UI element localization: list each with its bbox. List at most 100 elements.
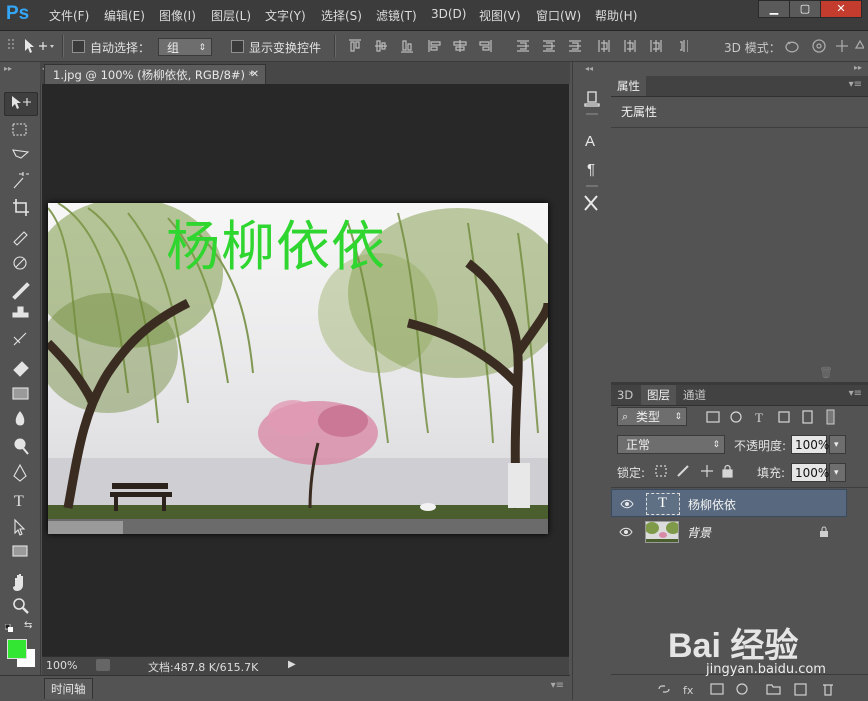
collapse-arrows-icon[interactable]: ◂◂ <box>585 64 593 73</box>
crop-tool-icon <box>13 199 29 216</box>
layer-row-text[interactable]: T 杨柳依依 <box>611 489 847 517</box>
menu-file[interactable]: 文件(F) <box>49 7 89 24</box>
close-button[interactable]: ✕ <box>820 0 862 18</box>
collapse-arrows-icon[interactable]: ▸▸ <box>854 63 862 72</box>
eye-icon[interactable] <box>620 498 634 510</box>
new-layer-icon <box>794 683 807 696</box>
watermark-url: jingyan.baidu.com <box>706 662 826 677</box>
tab-properties[interactable]: 属性 <box>611 76 646 96</box>
minimize-button[interactable]: ▁ <box>758 0 790 18</box>
tab-3d[interactable]: 3D <box>611 385 639 405</box>
rectangle-tool-icon <box>12 545 28 557</box>
layer-filter-icons[interactable]: T <box>705 409 835 425</box>
tab-layers[interactable]: 图层 <box>641 385 676 405</box>
layer-row-background[interactable]: 背景 <box>611 518 847 546</box>
menu-view[interactable]: 视图(V) <box>479 7 521 24</box>
search-icon: ⌕ <box>622 410 629 423</box>
link-layers-icon <box>658 685 670 693</box>
zoom-level[interactable]: 100% <box>46 659 77 672</box>
collapsed-panel-icons[interactable]: A ¶ <box>581 88 603 218</box>
timeline-tab[interactable]: 时间轴 <box>44 678 93 699</box>
type-layer-icon: T <box>658 495 668 511</box>
status-menu-arrow-icon[interactable]: ▶ <box>288 659 296 670</box>
3d-mode-icons[interactable] <box>784 38 864 54</box>
adjustment-layer-icon <box>736 683 748 695</box>
lock-icons[interactable] <box>655 464 735 478</box>
auto-select-dropdown[interactable]: 组 ⇕ <box>158 38 212 56</box>
fill-input[interactable]: 100% <box>791 463 829 482</box>
layer-filter-label: 类型 <box>636 410 661 424</box>
move-tool-icon <box>12 96 21 109</box>
trash-icon[interactable]: 🗑 <box>819 366 833 379</box>
layer-style-icon: fx <box>683 684 694 697</box>
tool-presets-icon <box>584 195 598 211</box>
document-tab[interactable]: 1.jpg @ 100% (杨柳依依, RGB/8#) * ✕ <box>44 64 266 84</box>
foreground-color-swatch[interactable] <box>7 639 27 659</box>
panel-menu-icon[interactable]: ▾≡ <box>849 388 862 399</box>
new-group-icon <box>766 684 781 695</box>
swap-colors-icon[interactable]: ⇆ <box>24 620 32 631</box>
path-selection-icon <box>14 518 26 536</box>
move-tool-preset-icon[interactable] <box>22 38 54 54</box>
filter-smart-icon <box>802 410 813 424</box>
panel-menu-icon[interactable]: ▾≡ <box>551 680 564 691</box>
lock-transparent-icon <box>655 465 667 477</box>
lock-icon <box>820 526 828 537</box>
panel-menu-icon[interactable]: ▾≡ <box>849 79 862 90</box>
document-image[interactable]: 杨柳依依 <box>48 203 548 534</box>
menu-edit[interactable]: 编辑(E) <box>104 7 145 24</box>
paragraph-panel-icon: ¶ <box>587 161 595 178</box>
status-info-icon[interactable] <box>96 659 110 671</box>
fill-dropdown-button[interactable]: ▾ <box>829 463 846 482</box>
auto-select-checkbox[interactable] <box>72 40 85 53</box>
menu-image[interactable]: 图像(I) <box>159 7 196 24</box>
menu-window[interactable]: 窗口(W) <box>536 7 581 24</box>
pen-tool-icon <box>13 463 27 482</box>
layer-name[interactable]: 杨柳依依 <box>688 496 736 513</box>
eyedropper-tool-icon <box>13 231 28 246</box>
show-transform-checkbox[interactable] <box>231 40 244 53</box>
updown-arrow-icon: ⇕ <box>674 412 682 422</box>
divider <box>611 127 868 128</box>
collapse-arrows-icon[interactable]: ▸▸ <box>4 64 12 73</box>
divider <box>611 487 868 488</box>
layer-name[interactable]: 背景 <box>687 524 711 541</box>
layer-filter-dropdown[interactable]: ⌕ 类型 ⇕ <box>617 407 687 426</box>
blur-tool-icon <box>15 411 25 426</box>
document-size[interactable]: 文档:487.8 K/615.7K <box>148 659 258 675</box>
hand-tool-icon <box>13 574 23 591</box>
opacity-dropdown-button[interactable]: ▾ <box>829 435 846 454</box>
dodge-tool-icon <box>14 438 26 450</box>
menu-3d[interactable]: 3D(D) <box>431 7 466 21</box>
lock-pixels-icon <box>677 465 689 477</box>
background-layer-thumbnail <box>645 521 679 543</box>
eye-icon[interactable] <box>619 526 633 538</box>
add-mask-icon <box>710 683 724 695</box>
separator <box>334 35 336 57</box>
align-distribute-icons[interactable] <box>348 39 688 53</box>
lock-label: 锁定: <box>617 466 646 480</box>
filter-shape-icon <box>778 411 790 423</box>
delete-layer-icon <box>823 684 833 696</box>
maximize-button[interactable]: ▢ <box>789 0 821 18</box>
menu-help[interactable]: 帮助(H) <box>595 7 637 24</box>
brush-tool-icon <box>12 282 30 300</box>
opacity-input[interactable]: 100% <box>791 435 829 454</box>
stamp-tool-icon <box>12 306 29 318</box>
menu-filter[interactable]: 滤镜(T) <box>376 7 417 24</box>
blend-mode-dropdown[interactable]: 正常 ⇕ <box>617 435 725 454</box>
menu-type[interactable]: 文字(Y) <box>265 7 306 24</box>
eraser-tool-icon <box>13 361 29 377</box>
overlay-text[interactable]: 杨柳依依 <box>166 217 386 277</box>
blend-mode-value: 正常 <box>626 438 651 452</box>
tab-channels[interactable]: 通道 <box>677 385 712 405</box>
grip-icon <box>8 39 14 49</box>
history-brush-icon <box>13 332 27 346</box>
filter-adjustment-icon <box>730 411 742 423</box>
layer-action-icons[interactable]: fx <box>655 681 865 697</box>
default-colors-icon[interactable] <box>4 621 13 632</box>
panel-collapse-bar: ▸▸ <box>611 62 868 76</box>
menu-layer[interactable]: 图层(L) <box>211 7 251 24</box>
close-tab-icon[interactable]: ✕ <box>251 65 259 85</box>
menu-select[interactable]: 选择(S) <box>321 7 362 24</box>
